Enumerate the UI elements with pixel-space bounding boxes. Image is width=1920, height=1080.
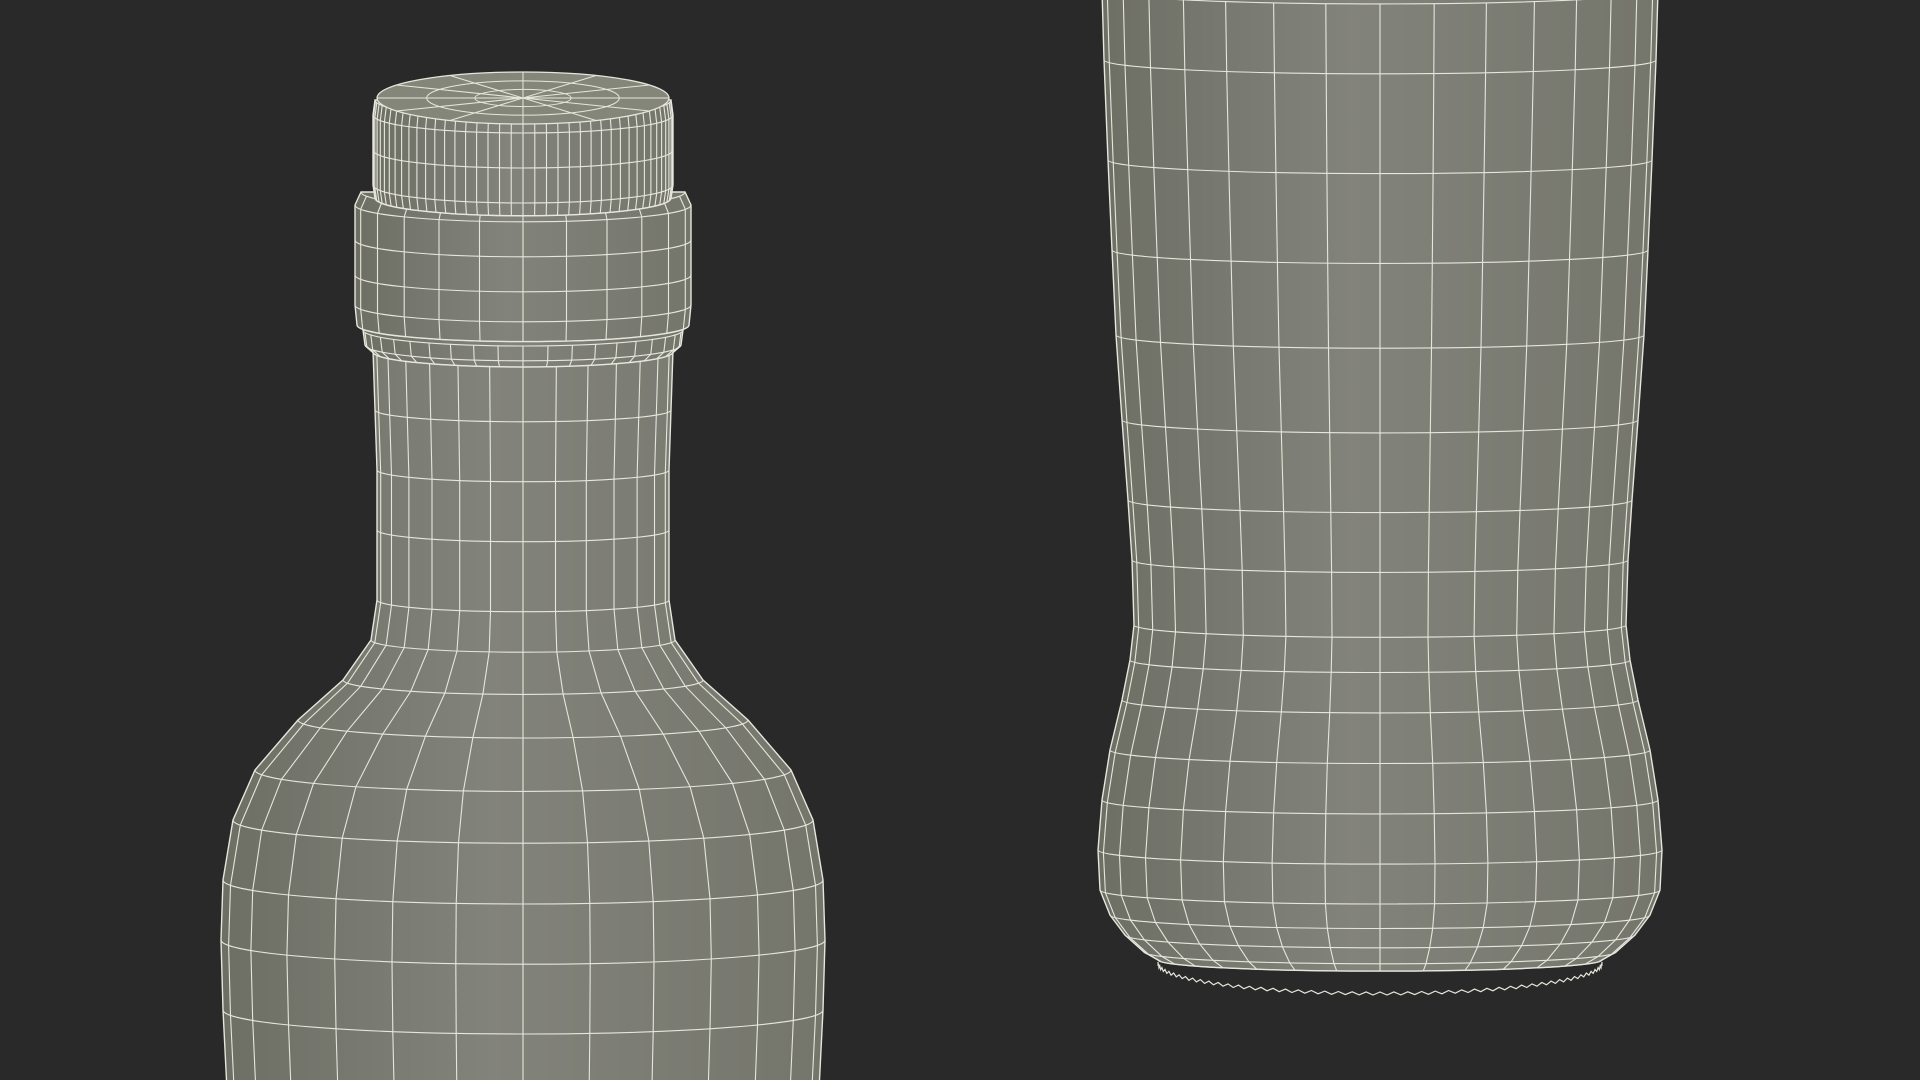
left-bottle-cap-top (376, 71, 670, 125)
render-viewport (0, 0, 1920, 1080)
wireframe-render (0, 0, 1920, 1080)
right-bottle-model (1097, 0, 1663, 996)
left-bottle-cap-ribbed-meridian (487, 117, 490, 216)
right-bottle-body (1097, 0, 1663, 972)
left-bottle-cap-ribbed-meridian (556, 117, 559, 216)
